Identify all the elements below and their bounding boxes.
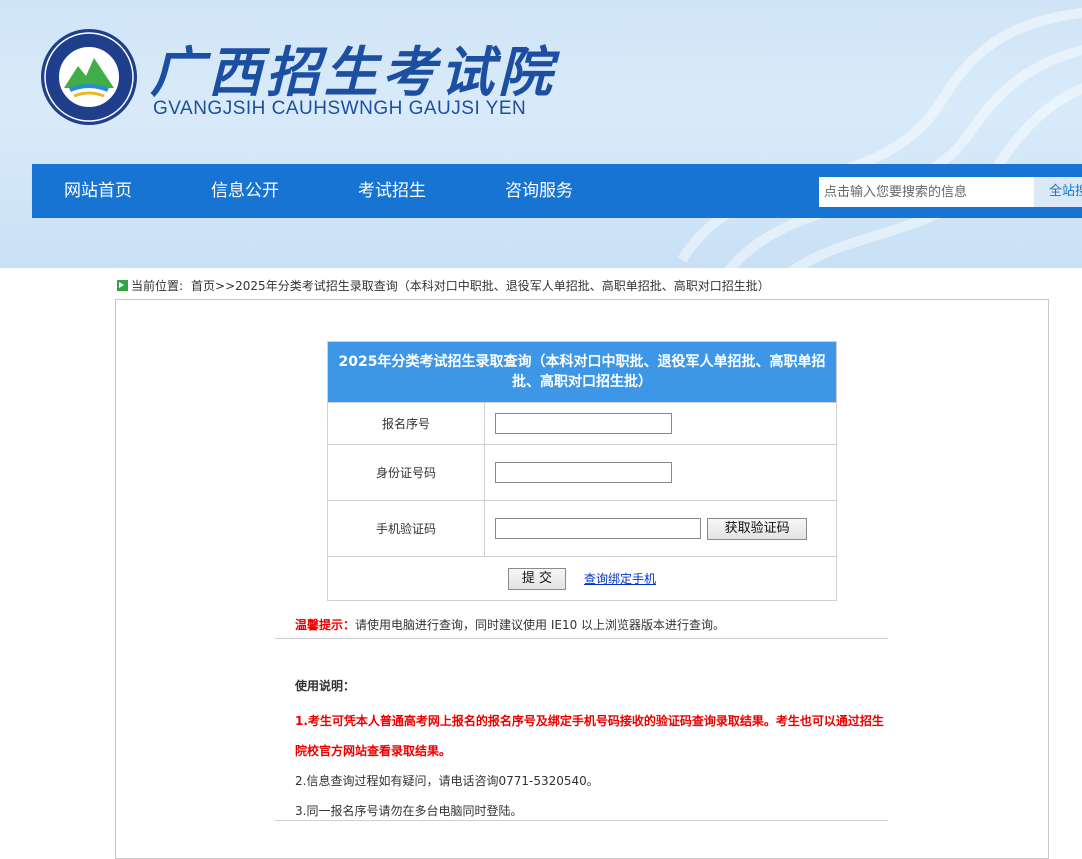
id-number-label: 身份证号码 [327, 444, 485, 501]
query-form: 2025年分类考试招生录取查询（本科对口中职批、退役军人单招批、高职单招批、高职… [327, 341, 837, 601]
submit-button[interactable]: 提 交 [507, 567, 566, 590]
instructions-heading: 使用说明： [295, 679, 356, 693]
breadcrumb: 当前位置: 首页>>2025年分类考试招生录取查询（本科对口中职批、退役军人单招批… [117, 277, 770, 293]
divider [275, 820, 888, 821]
instruction-item: 1.考生可凭本人普通高考网上报名的报名序号及绑定手机号码接收的验证码查询录取结果… [295, 714, 884, 758]
main-nav: 网站首页 信息公开 考试招生 咨询服务 全站搜索 [32, 164, 1082, 218]
divider [275, 638, 888, 639]
site-subtitle: GVANGJSIH CAUHSWNGH GAUJSI YEN [153, 98, 527, 119]
instructions: 使用说明： 1.考生可凭本人普通高考网上报名的报名序号及绑定手机号码接收的验证码… [295, 676, 890, 826]
nav-item-consult[interactable]: 咨询服务 [505, 164, 573, 218]
id-number-input[interactable] [495, 462, 672, 483]
registration-number-cell [484, 402, 837, 445]
bind-phone-link[interactable]: 查询绑定手机 [584, 572, 656, 586]
site-logo [41, 29, 137, 125]
header-wave-decoration [677, 7, 1082, 268]
nav-item-home[interactable]: 网站首页 [64, 164, 132, 218]
instruction-item: 2.信息查询过程如有疑问，请电话咨询0771-5320540。 [295, 774, 599, 788]
site-title: 广西招生考试院 [150, 40, 556, 104]
warning-tip: 温馨提示：请使用电脑进行查询，同时建议使用 IE10 以上浏览器版本进行查询。 [295, 616, 725, 633]
site-header: 广西招生考试院 GVANGJSIH CAUHSWNGH GAUJSI YEN 网… [0, 0, 1082, 268]
form-actions: 提 交 查询绑定手机 [327, 556, 837, 601]
search-input[interactable] [819, 177, 1034, 207]
arrow-right-icon [117, 280, 128, 291]
nav-item-info[interactable]: 信息公开 [211, 164, 279, 218]
get-code-button[interactable]: 获取验证码 [707, 517, 808, 540]
registration-number-label: 报名序号 [327, 402, 485, 445]
tip-label: 温馨提示： [295, 618, 356, 632]
sms-code-input[interactable] [495, 518, 701, 539]
registration-number-input[interactable] [495, 413, 672, 434]
sms-code-cell: 获取验证码 [484, 500, 837, 557]
tip-text: 请使用电脑进行查询，同时建议使用 IE10 以上浏览器版本进行查询。 [355, 618, 726, 632]
search-button[interactable]: 全站搜索 [1034, 177, 1082, 207]
sms-code-label: 手机验证码 [327, 500, 485, 557]
breadcrumb-path[interactable]: 首页>>2025年分类考试招生录取查询（本科对口中职批、退役军人单招批、高职单招… [191, 279, 770, 293]
id-number-cell [484, 444, 837, 501]
breadcrumb-prefix: 当前位置: [131, 279, 184, 293]
form-title: 2025年分类考试招生录取查询（本科对口中职批、退役军人单招批、高职单招批、高职… [327, 341, 837, 403]
instruction-item: 3.同一报名序号请勿在多台电脑同时登陆。 [295, 804, 523, 818]
nav-item-exams[interactable]: 考试招生 [358, 164, 426, 218]
